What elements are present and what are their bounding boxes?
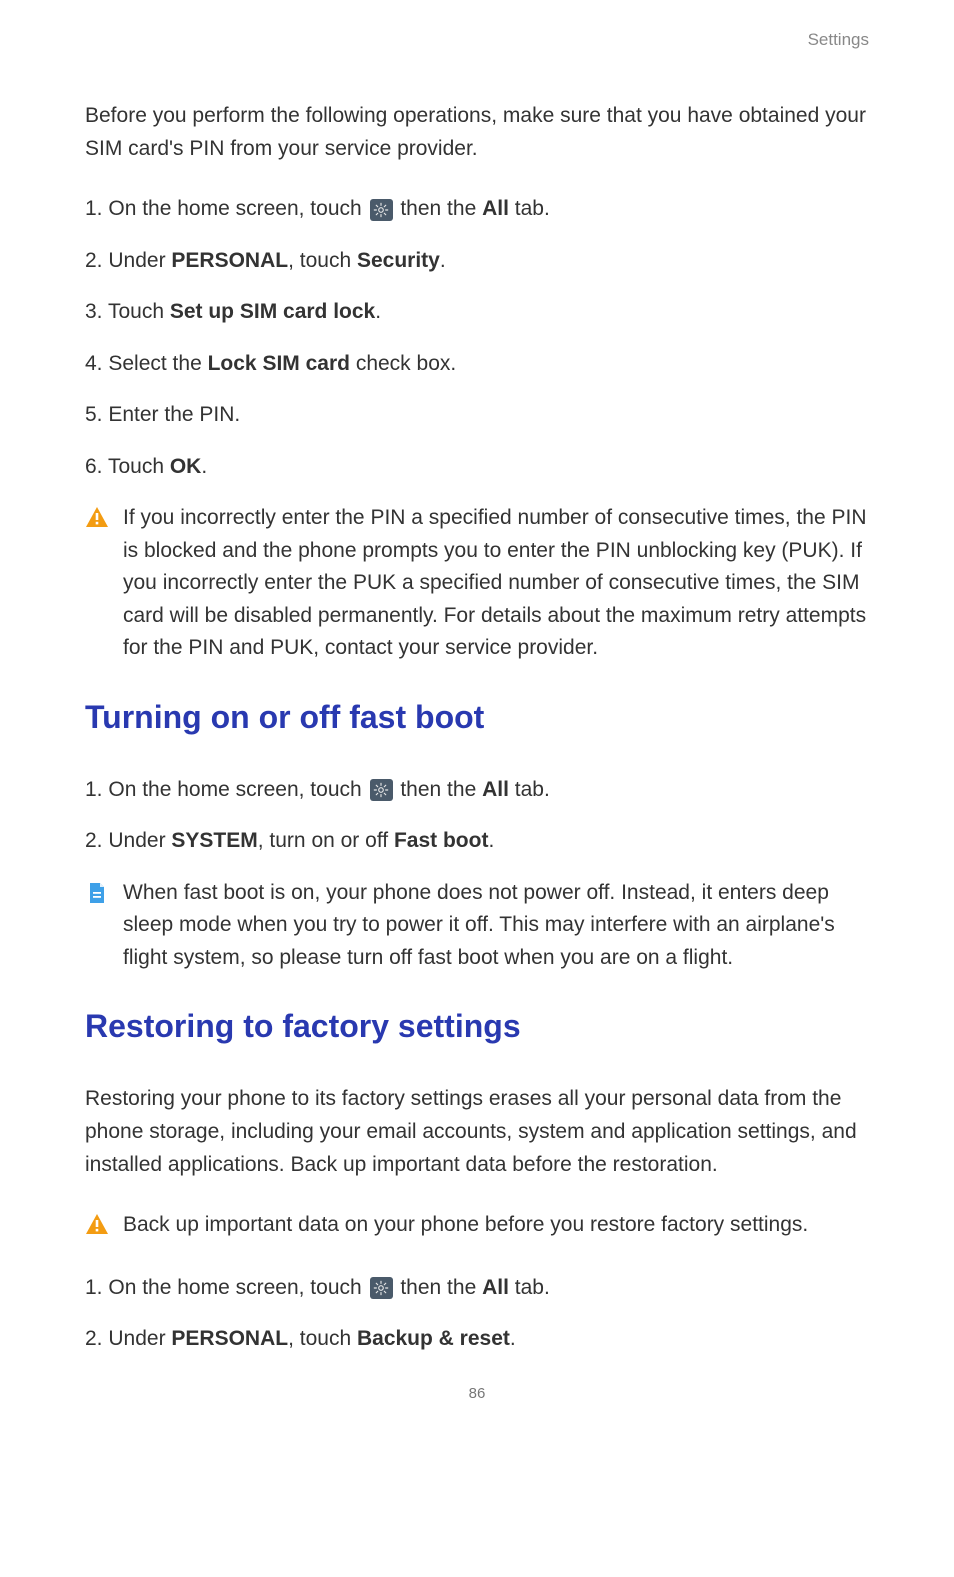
fastboot-step-2: 2. Under SYSTEM, turn on or off Fast boo… bbox=[85, 825, 869, 857]
factory-intro-paragraph: Restoring your phone to its factory sett… bbox=[85, 1083, 869, 1181]
sim-warning-text: If you incorrectly enter the PIN a speci… bbox=[123, 502, 869, 665]
fastboot-steps-list: 1. On the home screen, touch then the Al… bbox=[85, 774, 869, 857]
header-section-label: Settings bbox=[85, 30, 869, 50]
sim-step-5: 5. Enter the PIN. bbox=[85, 399, 869, 431]
sim-step-1: 1. On the home screen, touch then the Al… bbox=[85, 193, 869, 225]
warning-icon bbox=[85, 1213, 109, 1235]
document-page: Settings Before you perform the followin… bbox=[0, 0, 954, 1442]
sim-step-4: 4. Select the Lock SIM card check box. bbox=[85, 348, 869, 380]
factory-heading: Restoring to factory settings bbox=[85, 1008, 869, 1045]
settings-icon bbox=[370, 1277, 393, 1299]
fastboot-step-1: 1. On the home screen, touch then the Al… bbox=[85, 774, 869, 806]
fastboot-note-block: When fast boot is on, your phone does no… bbox=[85, 877, 869, 975]
factory-warning-block: Back up important data on your phone bef… bbox=[85, 1209, 869, 1242]
warning-icon bbox=[85, 506, 109, 528]
sim-warning-block: If you incorrectly enter the PIN a speci… bbox=[85, 502, 869, 665]
fastboot-heading: Turning on or off fast boot bbox=[85, 699, 869, 736]
note-icon bbox=[85, 881, 109, 903]
sim-step-6: 6. Touch OK. bbox=[85, 451, 869, 483]
factory-step-2: 2. Under PERSONAL, touch Backup & reset. bbox=[85, 1323, 869, 1355]
sim-step-2: 2. Under PERSONAL, touch Security. bbox=[85, 245, 869, 277]
sim-steps-list: 1. On the home screen, touch then the Al… bbox=[85, 193, 869, 482]
page-number: 86 bbox=[85, 1385, 869, 1402]
sim-step-3: 3. Touch Set up SIM card lock. bbox=[85, 296, 869, 328]
fastboot-note-text: When fast boot is on, your phone does no… bbox=[123, 877, 869, 975]
settings-icon bbox=[370, 779, 393, 801]
sim-intro-paragraph: Before you perform the following operati… bbox=[85, 100, 869, 165]
factory-steps-list: 1. On the home screen, touch then the Al… bbox=[85, 1272, 869, 1355]
settings-icon bbox=[370, 199, 393, 221]
factory-warning-text: Back up important data on your phone bef… bbox=[123, 1209, 869, 1242]
factory-step-1: 1. On the home screen, touch then the Al… bbox=[85, 1272, 869, 1304]
